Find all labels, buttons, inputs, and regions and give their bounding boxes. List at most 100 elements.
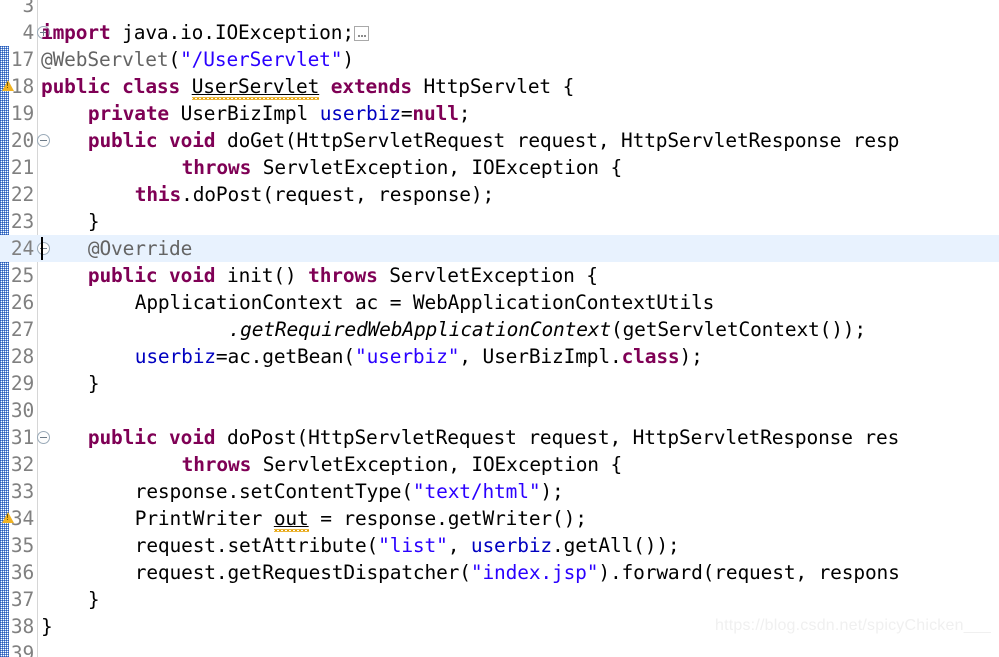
token-field: userbiz [319, 102, 401, 125]
token-plain: .getAll()); [552, 534, 680, 557]
line-number: 19 [10, 102, 34, 125]
code-text[interactable]: public void doPost(HttpServletRequest re… [88, 424, 899, 451]
token-kw: void [169, 129, 216, 152]
token-kw: private [87, 102, 170, 125]
code-text[interactable]: import java.io.IOException; [41, 19, 369, 46]
token-plain: ; [458, 102, 471, 125]
code-text[interactable]: } [41, 613, 53, 640]
fold-collapse-icon[interactable] [37, 431, 50, 444]
code-line[interactable]: 18 public class UserServlet extends HttpS… [0, 73, 999, 100]
token-kw: throws [181, 156, 252, 179]
code-line[interactable]: 26 ApplicationContext ac = WebApplication… [0, 289, 999, 316]
token-anno: @WebServlet [41, 48, 169, 71]
token-kw: public [87, 129, 158, 152]
token-kw: extends [330, 75, 412, 98]
code-line[interactable]: 4 import java.io.IOException; [0, 19, 999, 46]
code-text[interactable]: private UserBizImpl userbiz=null; [88, 100, 471, 127]
line-number: 26 [10, 291, 34, 314]
code-text[interactable]: this.doPost(request, response); [135, 181, 494, 208]
fold-collapse-icon[interactable] [37, 134, 50, 147]
line-number: 17 [10, 48, 34, 71]
token-plain: } [87, 588, 100, 611]
code-text[interactable]: response.setContentType("text/html"); [135, 478, 564, 505]
code-line[interactable]: 35 request.setAttribute("list", userbiz.g… [0, 532, 999, 559]
code-text[interactable]: } [88, 370, 100, 397]
code-text[interactable]: public void init() throws ServletExcepti… [88, 262, 598, 289]
line-number: 32 [10, 453, 34, 476]
line-number: 39 [10, 642, 34, 657]
code-text[interactable]: .getRequiredWebApplicationContext(getSer… [229, 316, 867, 343]
token-plain: ).forward(request, respons [598, 561, 900, 584]
line-number: 22 [10, 183, 34, 206]
code-text[interactable]: throws ServletException, IOException { [181, 154, 623, 181]
code-text[interactable]: ApplicationContext ac = WebApplicationCo… [135, 289, 715, 316]
token-plain: ServletException, IOException { [251, 156, 623, 179]
token-plain: response.setContentType( [134, 480, 413, 503]
code-line[interactable]: 29} [0, 370, 999, 397]
code-text[interactable]: public void doGet(HttpServletRequest req… [88, 127, 899, 154]
code-line[interactable]: 31 public void doPost(HttpServletRequest … [0, 424, 999, 451]
token-plain: ) [342, 48, 354, 71]
code-text[interactable]: } [88, 208, 100, 235]
code-text[interactable]: request.getRequestDispatcher("index.jsp"… [135, 559, 900, 586]
code-text[interactable]: request.setAttribute("list", userbiz.get… [135, 532, 680, 559]
code-text[interactable]: userbiz=ac.getBean("userbiz", UserBizImp… [135, 343, 703, 370]
code-line[interactable]: 3 [0, 0, 999, 19]
code-text[interactable]: } [88, 586, 100, 613]
code-line[interactable]: 34 PrintWriter out = response.getWriter()… [0, 505, 999, 532]
fold-collapse-icon[interactable] [37, 242, 50, 255]
code-line[interactable]: 30 [0, 397, 999, 424]
line-number: 23 [10, 210, 34, 233]
code-text[interactable]: public class UserServlet extends HttpSer… [41, 73, 574, 100]
line-number: 4 [22, 21, 34, 44]
code-line[interactable]: 21 throws ServletException, IOException { [0, 154, 999, 181]
code-line[interactable]: 23} [0, 208, 999, 235]
code-text[interactable]: PrintWriter out = response.getWriter(); [135, 505, 587, 532]
code-line[interactable]: 39 [0, 640, 999, 657]
token-plain: = [400, 102, 413, 125]
code-line[interactable]: 28 userbiz=ac.getBean("userbiz", UserBizI… [0, 343, 999, 370]
code-line[interactable]: 22 this.doPost(request, response); [0, 181, 999, 208]
code-line[interactable]: 27 .getRequiredWebApplicationContext(getS… [0, 316, 999, 343]
token-plain: request.setAttribute( [134, 534, 379, 557]
code-line[interactable]: 20 public void doGet(HttpServletRequest r… [0, 127, 999, 154]
code-editor[interactable]: 3 4 import java.io.IOException; 17 @WebServl… [0, 0, 999, 657]
token-str: "index.jsp" [470, 561, 599, 584]
line-number: 20 [10, 129, 34, 152]
token-plain: } [87, 210, 100, 233]
token-plain: UserBizImpl [169, 102, 320, 125]
line-number: 36 [10, 561, 34, 584]
code-text[interactable]: @WebServlet("/UserServlet") [41, 46, 354, 73]
code-line[interactable]: 37} [0, 586, 999, 613]
code-line[interactable]: 25 public void init() throws ServletExcep… [0, 262, 999, 289]
text-caret [41, 237, 43, 260]
watermark-text: https://blog.csdn.net/spicyChicken___ [714, 617, 991, 634]
token-kw: void [169, 264, 216, 287]
token-kw: class [122, 75, 181, 98]
token-plain: java.io.IOException; [110, 21, 354, 44]
code-line[interactable]: 32 throws ServletException, IOException { [0, 451, 999, 478]
code-line[interactable]: 19 private UserBizImpl userbiz=null; [0, 100, 999, 127]
code-line[interactable]: 24 @Override [0, 235, 999, 262]
token-str: "userbiz" [354, 345, 460, 368]
code-line[interactable]: 33 response.setContentType("text/html"); [0, 478, 999, 505]
declaration-with-warning: out [273, 507, 309, 530]
token-plain: } [41, 615, 53, 638]
collapsed-import-icon[interactable] [353, 26, 369, 41]
token-plain: =ac.getBean( [215, 345, 355, 368]
token-plain: PrintWriter [134, 507, 274, 530]
line-number: 35 [10, 534, 34, 557]
token-field: userbiz [134, 345, 216, 368]
token-kw: public [87, 264, 158, 287]
line-number: 33 [10, 480, 34, 503]
code-text[interactable]: @Override [88, 235, 192, 262]
code-line[interactable]: 17 @WebServlet("/UserServlet") [0, 46, 999, 73]
line-number: 38 [10, 615, 34, 638]
code-line[interactable]: 36 request.getRequestDispatcher("index.js… [0, 559, 999, 586]
code-text[interactable]: throws ServletException, IOException { [182, 451, 623, 478]
